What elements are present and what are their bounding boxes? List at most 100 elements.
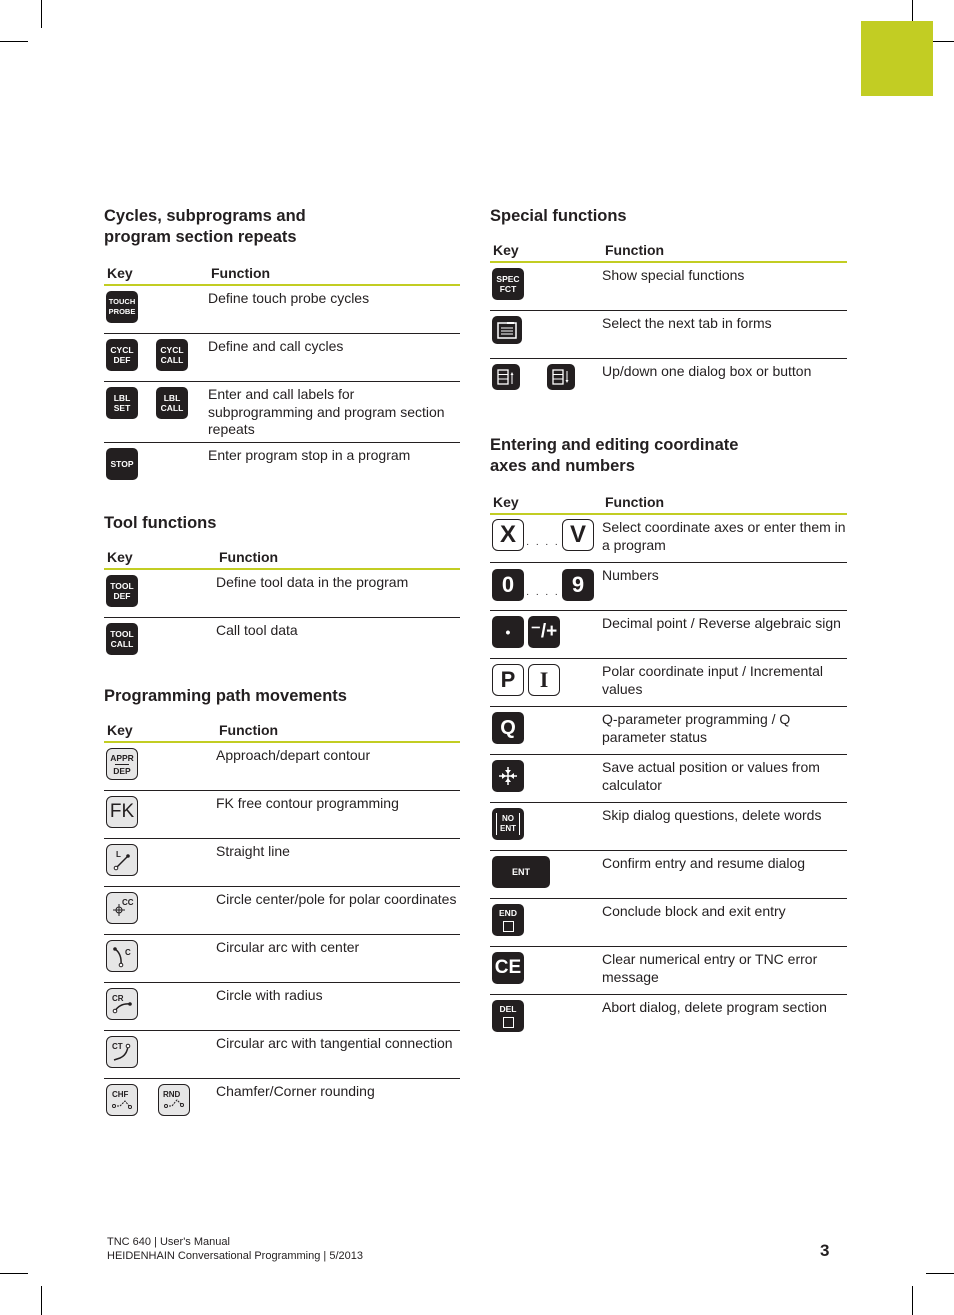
function-text: Approach/depart contour: [216, 742, 460, 791]
col-header-function: Function: [216, 548, 460, 570]
table-row: APPR DEP Approach/depart contour: [104, 742, 460, 791]
circle-radius-key: CR: [106, 988, 138, 1020]
special-table: Key Function SPEC FCT Show special functio…: [490, 241, 847, 406]
table-row: DEL Abort dialog, delete program section: [490, 995, 847, 1043]
actual-position-icon: [499, 767, 517, 785]
function-text: Clear numerical entry or TNC error messa…: [602, 946, 847, 995]
table-row: TOUCH PROBE Define touch probe cycles: [104, 285, 460, 334]
stop-key: STOP: [106, 448, 138, 480]
left-column: Cycles, subprograms and program section r…: [104, 206, 460, 1126]
function-text: Skip dialog questions, delete words: [602, 802, 847, 851]
col-header-key: Key: [104, 721, 216, 743]
function-text: Chamfer/Corner rounding: [216, 1083, 375, 1099]
dialog-up-key: [492, 364, 520, 390]
table-row: ENT Confirm entry and resume dialog: [490, 850, 847, 899]
cycl-call-key: CYCL CALL: [156, 339, 188, 371]
table-row: CHF RND Chamfer/Corner rounding: [104, 1079, 460, 1127]
sign-toggle-key: ⁻/+: [528, 616, 560, 648]
svg-text:CT: CT: [112, 1042, 123, 1051]
spec-fct-key: SPEC FCT: [492, 268, 524, 300]
col-header-key: Key: [490, 493, 602, 515]
range-separator: . . . .: [526, 537, 560, 548]
function-text: Q-parameter programming / Q parameter st…: [602, 706, 847, 755]
crop-mark: [41, 1286, 42, 1315]
table-row: TOOL DEF Define tool data in the program: [104, 569, 460, 618]
straight-line-key: L: [106, 844, 138, 876]
function-text: Polar coordinate input / Incremental val…: [602, 658, 847, 707]
tangential-arc-key: CT: [106, 1036, 138, 1068]
digit-0-key: 0: [492, 568, 524, 601]
page-number: 3: [820, 1241, 830, 1260]
function-text: Define touch probe cycles: [208, 285, 460, 334]
title-line: Entering and editing coordinate: [490, 436, 739, 454]
title-line: Cycles, subprograms and: [104, 207, 306, 225]
crop-mark: [912, 0, 913, 21]
dialog-up-icon: [497, 369, 514, 385]
incremental-key: I: [528, 664, 560, 696]
function-text: Abort dialog, delete program section: [602, 999, 827, 1015]
actual-position-key: [492, 760, 524, 792]
chamfer-key: CHF: [106, 1084, 138, 1116]
function-text: Enter program stop in a program: [208, 447, 411, 463]
table-row: CYCL DEF CYCL CALL Define and call cycles: [104, 333, 460, 382]
title-line: program section repeats: [104, 228, 297, 246]
function-text: Confirm entry and resume dialog: [602, 850, 847, 899]
col-header-function: Function: [602, 493, 847, 515]
section-title-path: Programming path movements: [104, 687, 347, 705]
col-header-function: Function: [216, 721, 460, 743]
cycles-table: Key Function TOUCH PROBE Define touch prob…: [104, 264, 460, 490]
table-row: PI Polar coordinate input / Incremental …: [490, 658, 847, 707]
end-key: END: [492, 904, 524, 936]
function-text: Conclude block and exit entry: [602, 898, 847, 947]
function-text: Straight line: [216, 838, 460, 887]
function-text: Decimal point / Reverse algebraic sign: [602, 610, 847, 659]
table-row: SPEC FCT Show special functions: [490, 262, 847, 311]
circular-arc-key: C: [106, 940, 138, 972]
col-header-function: Function: [602, 241, 847, 263]
chamfer-icon: CHF: [112, 1090, 132, 1109]
function-text: Enter and call labels for subprogramming…: [208, 381, 460, 443]
polar-key: P: [492, 664, 524, 696]
function-text: Call tool data: [216, 622, 298, 638]
svg-text:CHF: CHF: [112, 1090, 129, 1099]
del-square-icon: [502, 1017, 514, 1028]
svg-text:RND: RND: [163, 1090, 181, 1099]
table-row: FK FK free contour programming: [104, 790, 460, 839]
table-row: Up/down one dialog box or button: [490, 359, 847, 407]
table-row: Select the next tab in forms: [490, 310, 847, 359]
table-row: L Straight line: [104, 838, 460, 887]
table-row: • ⁻/+ Decimal point / Reverse algebraic s…: [490, 610, 847, 659]
axis-x-key: X: [492, 518, 524, 551]
next-tab-key: [492, 316, 522, 344]
col-header-key: Key: [104, 548, 216, 570]
table-row: X. . . .V Select coordinate axes or ente…: [490, 514, 847, 563]
q-parameter-key: Q: [492, 712, 524, 744]
appr-dep-key: APPR DEP: [106, 748, 138, 780]
crop-mark: [0, 1273, 28, 1274]
range-separator: . . . .: [526, 587, 560, 598]
table-row: CC Circle center/pole for polar coordina…: [104, 886, 460, 935]
tool-table: Key Function TOOL DEF Define tool data in …: [104, 548, 460, 665]
tangential-arc-icon: CT: [112, 1042, 131, 1061]
function-text: FK free contour programming: [216, 790, 460, 839]
rounding-icon: RND: [163, 1090, 184, 1108]
function-text: Circular arc with tangential connection: [216, 1030, 460, 1079]
svg-text:C: C: [125, 948, 131, 957]
table-row: LBL SET LBL CALL Enter and call labels for …: [104, 381, 460, 443]
svg-text:CR: CR: [112, 994, 124, 1003]
table-row: NO ENT Skip dialog questions, delete word…: [490, 802, 847, 851]
section-title-entering: Entering and editing coordinate axes and …: [490, 435, 847, 477]
next-tab-icon: [497, 322, 517, 339]
circular-arc-icon: C: [113, 947, 131, 968]
crop-mark: [0, 41, 28, 42]
right-column: Special functions Key Function SPEC FCT Sh…: [490, 206, 847, 1042]
function-text: Define and call cycles: [208, 333, 460, 382]
section-title-tool: Tool functions: [104, 514, 217, 532]
del-key: DEL: [492, 1000, 524, 1032]
function-text: Up/down one dialog box or button: [602, 363, 812, 379]
chapter-tab-marker: [861, 21, 933, 96]
fk-key: FK: [106, 796, 138, 828]
end-square-icon: [502, 921, 514, 932]
svg-text:CC: CC: [122, 898, 134, 907]
entering-table: Key Function X. . . .V Select coordinate …: [490, 493, 847, 1042]
